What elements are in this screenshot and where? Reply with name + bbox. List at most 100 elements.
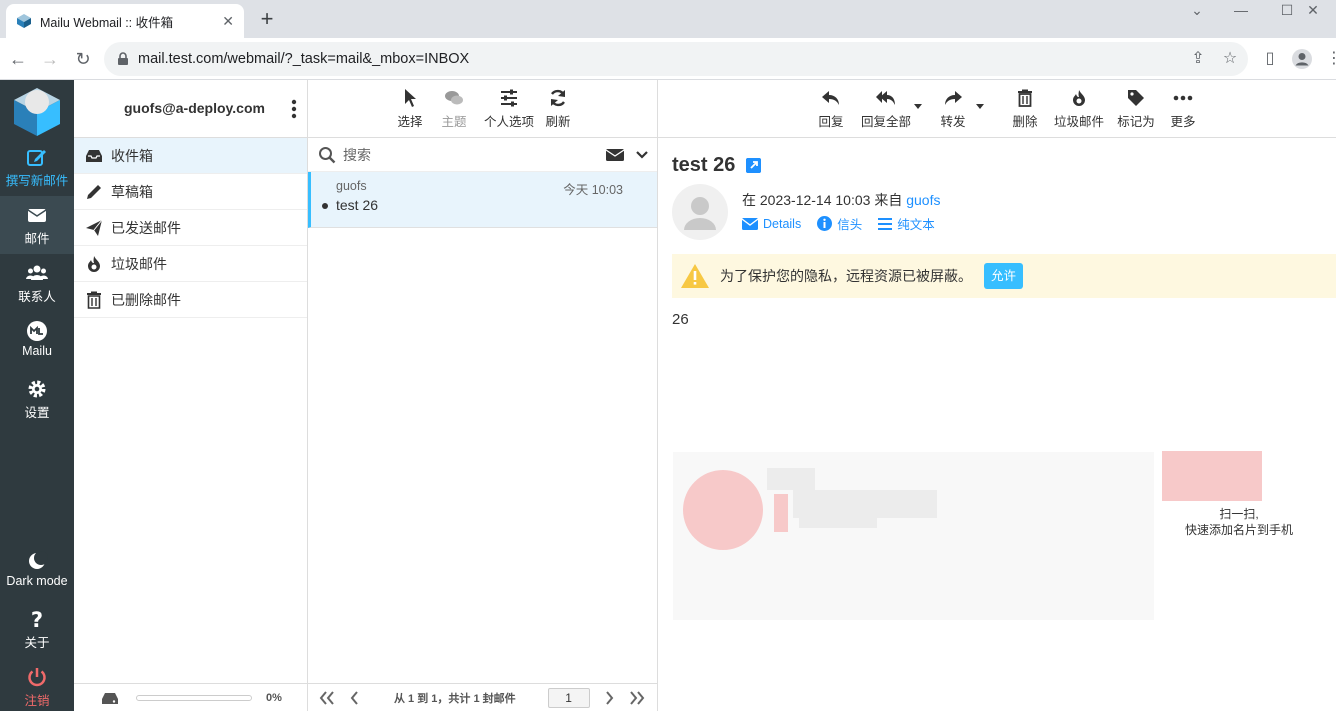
- folder-label: 垃圾邮件: [111, 255, 167, 272]
- power-icon: [28, 668, 46, 687]
- redacted-block: [774, 514, 788, 532]
- question-icon: ?: [31, 608, 43, 630]
- quota-bar: 0%: [74, 683, 308, 711]
- forward-label: 转发: [940, 115, 966, 129]
- reply-button[interactable]: 回复: [816, 88, 846, 130]
- open-external-icon[interactable]: [746, 158, 761, 173]
- qr-code-image: [1162, 451, 1262, 501]
- envelope-filter-icon[interactable]: [606, 148, 624, 162]
- message-row[interactable]: guofs 今天 10:03 test 26: [308, 172, 657, 228]
- sender-link[interactable]: guofs: [906, 192, 940, 208]
- browser-menu-icon[interactable]: ⋮: [1322, 47, 1336, 71]
- forward-button[interactable]: 转发: [938, 88, 968, 130]
- threads-button[interactable]: 主题: [440, 88, 468, 130]
- refresh-icon: [550, 89, 566, 107]
- side-panel-icon[interactable]: ▯: [1258, 47, 1282, 71]
- users-icon: [26, 265, 48, 280]
- new-tab-icon[interactable]: +: [256, 6, 278, 32]
- unread-dot: [322, 203, 328, 209]
- contacts-label: 联系人: [18, 290, 56, 304]
- refresh-button[interactable]: 刷新: [544, 88, 572, 130]
- message-toolbar: 回复 回复全部 转发 删除 垃圾邮件 标记为 更多: [658, 80, 1336, 138]
- sender-avatar: [672, 184, 728, 240]
- nav-mailu[interactable]: Mailu: [0, 312, 74, 370]
- last-page-icon[interactable]: [626, 689, 648, 707]
- bookmark-star-icon[interactable]: ☆: [1218, 47, 1242, 71]
- folder-drafts[interactable]: 草稿箱: [74, 174, 307, 210]
- nav-mail[interactable]: 邮件: [0, 196, 74, 254]
- mail-label: 邮件: [24, 232, 50, 246]
- page-number-input[interactable]: 1: [547, 687, 590, 708]
- profile-avatar-icon[interactable]: [1290, 47, 1314, 71]
- tab-search-chevron-icon[interactable]: ⌄: [1174, 0, 1220, 20]
- minimize-icon[interactable]: —: [1218, 0, 1264, 20]
- search-input[interactable]: 搜索: [343, 145, 371, 165]
- mailu-icon: [27, 321, 47, 341]
- folder-trash[interactable]: 已删除邮件: [74, 282, 307, 318]
- pointer-icon: [405, 89, 416, 107]
- pagination-info: 从 1 到 1，共计 1 封邮件: [394, 692, 516, 705]
- logout-label: 注销: [24, 694, 50, 708]
- dark-mode-toggle[interactable]: Dark mode: [0, 542, 74, 600]
- nav-about[interactable]: ? 关于: [0, 600, 74, 658]
- browser-tab-strip: Mailu Webmail :: 收件箱 ✕ + ⌄ — ☐ ✕: [0, 0, 1336, 38]
- close-window-icon[interactable]: ✕: [1290, 0, 1336, 20]
- reply-all-button[interactable]: 回复全部: [858, 88, 914, 130]
- threads-label: 主题: [441, 115, 467, 129]
- header-date-text: 在 2023-12-14 10:03 来自: [742, 192, 903, 208]
- nav-settings[interactable]: 设置: [0, 370, 74, 428]
- allow-button[interactable]: 允许: [984, 263, 1024, 289]
- search-bar[interactable]: 搜索: [308, 138, 657, 172]
- envelope-icon: [27, 209, 47, 222]
- lock-icon: [118, 52, 128, 65]
- folder-sent[interactable]: 已发送邮件: [74, 210, 307, 246]
- compose-icon: [27, 150, 46, 166]
- reload-icon[interactable]: ↻: [71, 47, 95, 71]
- browser-toolbar: ← → ↻ mail.test.com/webmail/?_task=mail&…: [0, 38, 1336, 80]
- spam-button[interactable]: 垃圾邮件: [1052, 88, 1106, 130]
- share-icon[interactable]: ⇪: [1186, 47, 1210, 71]
- signature-photo: [683, 470, 763, 550]
- reply-all-dropdown-icon[interactable]: [914, 104, 922, 109]
- mark-button[interactable]: 标记为: [1116, 88, 1156, 130]
- qr-caption-line-1: 扫一扫,: [1219, 507, 1259, 521]
- reading-pane: 回复 回复全部 转发 删除 垃圾邮件 标记为 更多 test 26 在 2023…: [658, 80, 1336, 711]
- forward-icon[interactable]: →: [38, 47, 62, 71]
- tag-icon: [1128, 90, 1144, 106]
- tab-close-icon[interactable]: ✕: [222, 13, 234, 30]
- chevron-down-icon[interactable]: [636, 150, 648, 160]
- folder-label: 草稿箱: [111, 183, 153, 200]
- delete-button[interactable]: 删除: [1010, 88, 1040, 130]
- redacted-block: [799, 516, 877, 528]
- message-date: 今天 10:03: [563, 183, 623, 197]
- headers-link[interactable]: 信头: [817, 214, 862, 233]
- more-button[interactable]: 更多: [1168, 88, 1198, 130]
- gear-icon: [28, 380, 46, 398]
- next-page-icon[interactable]: [598, 689, 620, 707]
- more-dots-icon: [1173, 95, 1193, 101]
- prev-page-icon[interactable]: [344, 689, 366, 707]
- browser-tab[interactable]: Mailu Webmail :: 收件箱 ✕: [6, 4, 244, 38]
- back-icon[interactable]: ←: [6, 47, 30, 71]
- forward-dropdown-icon[interactable]: [976, 104, 984, 109]
- qr-caption-line-2: 快速添加名片到手机: [1184, 523, 1293, 537]
- list-toolbar: 选择 主题 个人选项 刷新: [308, 80, 657, 138]
- list-options-button[interactable]: 个人选项: [482, 88, 536, 130]
- select-button[interactable]: 选择: [396, 88, 424, 130]
- reply-all-label: 回复全部: [860, 115, 911, 129]
- comments-icon: [445, 91, 463, 105]
- address-bar[interactable]: mail.test.com/webmail/?_task=mail&_mbox=…: [104, 42, 1248, 76]
- compose-label: 撰写新邮件: [5, 174, 69, 188]
- first-page-icon[interactable]: [316, 689, 338, 707]
- logout-button[interactable]: 注销: [0, 658, 74, 716]
- kebab-menu-icon[interactable]: [288, 98, 300, 120]
- plain-text-link[interactable]: 纯文本: [878, 214, 935, 233]
- info-icon: [817, 216, 833, 231]
- compose-button[interactable]: 撰写新邮件: [0, 138, 74, 196]
- folder-header: guofs@a-deploy.com: [74, 80, 307, 138]
- folder-label: 已删除邮件: [111, 291, 181, 308]
- folder-spam[interactable]: 垃圾邮件: [74, 246, 307, 282]
- folder-inbox[interactable]: 收件箱: [74, 138, 307, 174]
- nav-contacts[interactable]: 联系人: [0, 254, 74, 312]
- details-link[interactable]: Details: [742, 217, 801, 231]
